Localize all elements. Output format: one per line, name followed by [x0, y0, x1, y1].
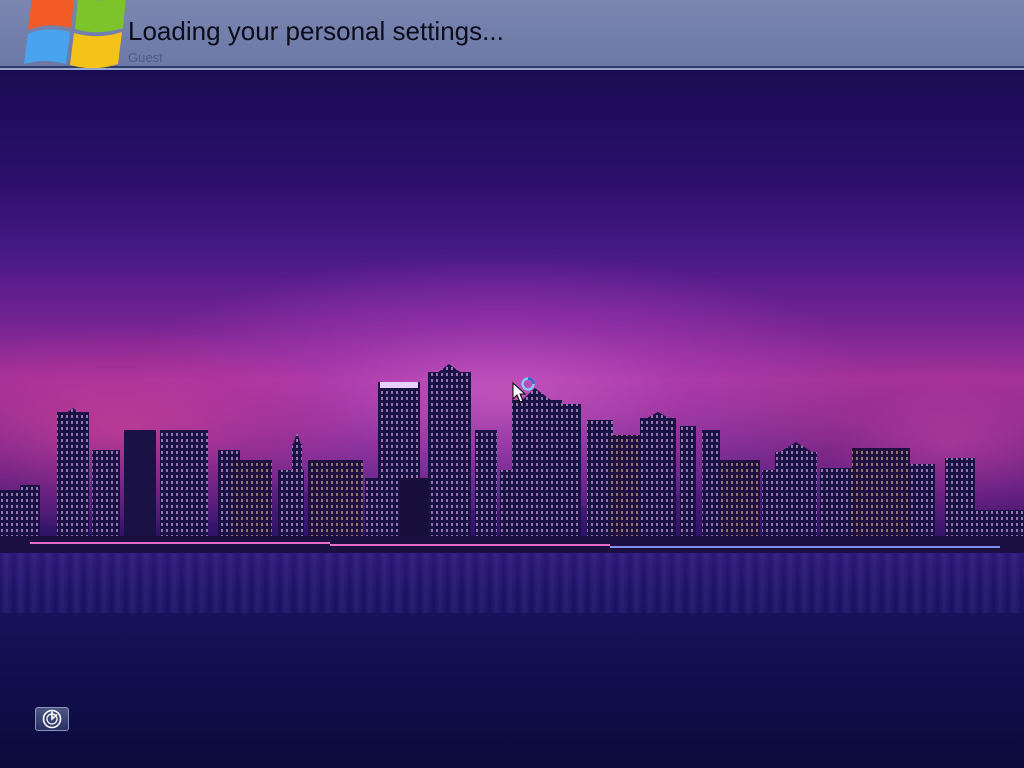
- logon-screen: Loading your personal settings... Guest: [0, 0, 1024, 768]
- user-name-ghost-text: Guest: [128, 50, 163, 65]
- busy-cursor-icon: [512, 377, 535, 403]
- windows-logo-icon: [24, 0, 126, 68]
- ease-of-access-button[interactable]: [35, 707, 69, 731]
- loading-status-text: Loading your personal settings...: [128, 16, 504, 46]
- water-reflection: [0, 553, 1024, 613]
- ease-of-access-icon: [42, 709, 62, 729]
- status-header-bar: Loading your personal settings... Guest: [0, 0, 1024, 68]
